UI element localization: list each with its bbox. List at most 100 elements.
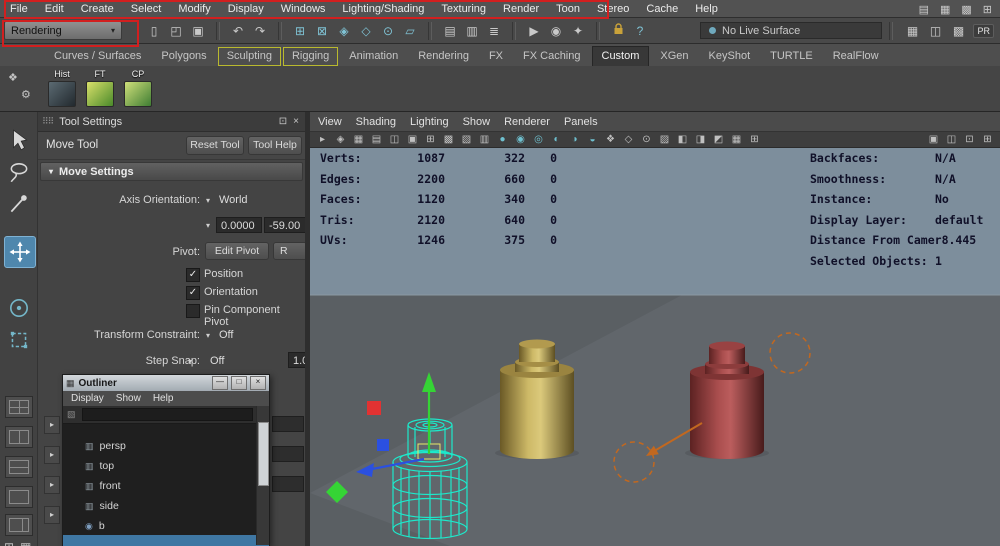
help-icon[interactable]: ?	[632, 23, 648, 39]
motion-blur-icon[interactable]: ▨	[658, 134, 671, 145]
menu-stereo[interactable]: Stereo	[597, 3, 629, 15]
shadows-icon[interactable]: ◇	[622, 134, 635, 145]
tool-help-button[interactable]: Tool Help	[248, 136, 302, 155]
viewport-menu-panels[interactable]: Panels	[564, 116, 598, 128]
outliner-titlebar[interactable]: ▦ Outliner — □ ×	[63, 375, 269, 391]
camera-attributes-icon[interactable]: ▦	[352, 134, 365, 145]
drag-handle-icon[interactable]: ⠿⠿	[42, 116, 54, 127]
menu-lighting-shading[interactable]: Lighting/Shading	[342, 3, 424, 15]
shelf-tab-realflow[interactable]: RealFlow	[824, 47, 888, 66]
snap-grid-icon[interactable]: ⊞	[292, 23, 308, 39]
float-panel-icon[interactable]: ⊡	[279, 116, 287, 127]
tool-settings-header[interactable]: ⠿⠿ Tool Settings ⊡ ×	[38, 112, 305, 132]
snap-curve-icon[interactable]: ⊠	[314, 23, 330, 39]
hidden-settings-field[interactable]	[272, 446, 304, 462]
snap-projected-center-icon[interactable]: ◇	[358, 23, 374, 39]
menu-edit[interactable]: Edit	[45, 3, 64, 15]
scale-tool-button[interactable]	[7, 328, 31, 352]
outliner-menu-display[interactable]: Display	[71, 393, 104, 404]
chevron-down-icon[interactable]: ▾	[206, 221, 210, 230]
menu-modify[interactable]: Modify	[178, 3, 210, 15]
shelf-tab-animation[interactable]: Animation	[340, 47, 407, 66]
make-live-icon[interactable]: ▱	[402, 23, 418, 39]
render-current-frame-icon[interactable]: ▶	[526, 23, 542, 39]
layout-four-pane-button[interactable]	[5, 396, 33, 418]
reset-tool-button[interactable]: Reset Tool	[186, 136, 244, 155]
step-snap-value[interactable]: Off	[210, 355, 224, 367]
shelf-tab-xgen[interactable]: XGen	[651, 47, 697, 66]
hidden-settings-field[interactable]	[272, 476, 304, 492]
shelf-tab-rendering[interactable]: Rendering	[409, 47, 478, 66]
move-tool-button[interactable]	[4, 236, 36, 268]
panel-expander-icon[interactable]: ▸	[44, 476, 60, 494]
screen-grid-icon[interactable]: ▩	[961, 3, 971, 16]
scrollbar-thumb[interactable]	[258, 422, 269, 486]
outliner-menu-help[interactable]: Help	[153, 393, 174, 404]
wireframe-on-shaded-icon[interactable]: ⊞	[748, 134, 761, 145]
menuset-dropdown[interactable]: Rendering ▾	[4, 21, 122, 40]
outliner-item-side[interactable]: ▥ side	[63, 496, 269, 516]
shelf-tab-keyshot[interactable]: KeyShot	[700, 47, 760, 66]
ipr-render-icon[interactable]: ◉	[548, 23, 564, 39]
shelf-tab-curves-surfaces[interactable]: Curves / Surfaces	[45, 47, 150, 66]
pin-component-pivot-checkbox[interactable]	[186, 304, 200, 318]
select-tool-button[interactable]	[7, 128, 31, 152]
position-checkbox[interactable]: ✓	[186, 268, 200, 282]
safe-title-icon[interactable]: ◐	[550, 134, 563, 145]
menu-file[interactable]: File	[10, 3, 28, 15]
attribute-editor-icon[interactable]: ◫	[927, 23, 943, 39]
bookmark-icon[interactable]: ▤	[370, 134, 383, 145]
gate-mask-icon[interactable]: ●	[496, 134, 509, 145]
maximize-button[interactable]: □	[231, 376, 247, 390]
multisample-icon[interactable]: ◧	[676, 134, 689, 145]
output-connections-icon[interactable]: ▥	[464, 23, 480, 39]
shelf-tab-fx-caching[interactable]: FX Caching	[514, 47, 589, 66]
menu-help[interactable]: Help	[695, 3, 718, 15]
shelf-tab-turtle[interactable]: TURTLE	[761, 47, 822, 66]
shelf-item-cp[interactable]: CP	[121, 69, 155, 109]
grease-pencil-icon[interactable]: ⊞	[424, 134, 437, 145]
screen-space-ao-icon[interactable]: ⊙	[640, 134, 653, 145]
redo-icon[interactable]: ↷	[252, 23, 268, 39]
viewport-menu-renderer[interactable]: Renderer	[504, 116, 550, 128]
2d-pan-zoom-icon[interactable]: ▣	[406, 134, 419, 145]
outliner-item-top[interactable]: ▥ top	[63, 456, 269, 476]
outliner-scrollbar[interactable]	[256, 406, 269, 545]
filter-icon[interactable]: ▧	[67, 409, 76, 420]
viewport-menu-lighting[interactable]: Lighting	[410, 116, 449, 128]
workspace-icon[interactable]: ▤	[919, 3, 929, 16]
select-camera-icon[interactable]: ▸	[316, 134, 329, 145]
move-settings-section-header[interactable]: ▾ Move Settings	[40, 162, 303, 181]
menu-render[interactable]: Render	[503, 3, 539, 15]
save-scene-icon[interactable]: ▣	[190, 23, 206, 39]
panel-expander-icon[interactable]: ▸	[44, 416, 60, 434]
outliner-menu-show[interactable]: Show	[116, 393, 141, 404]
shelf-tab-rigging[interactable]: Rigging	[282, 47, 339, 66]
axis-orientation-value[interactable]: World	[219, 194, 248, 206]
menu-select[interactable]: Select	[131, 3, 162, 15]
transform-constraint-value[interactable]: Off	[219, 329, 233, 341]
grid-panel-icon[interactable]: ▦	[20, 540, 31, 546]
shelf-tab-custom[interactable]: Custom	[591, 46, 650, 66]
paint-select-tool-button[interactable]	[7, 192, 31, 216]
panel-expander-icon[interactable]: ▸	[44, 506, 60, 524]
layout-two-pane-side-button[interactable]	[5, 426, 33, 448]
depth-of-field-icon[interactable]: ◨	[694, 134, 707, 145]
outliner-selected-row[interactable]	[63, 535, 269, 546]
shelf-menu-icon[interactable]: ❖	[8, 71, 18, 84]
viewport-menu-shading[interactable]: Shading	[356, 116, 396, 128]
viewport-menu-show[interactable]: Show	[463, 116, 491, 128]
snap-point-icon[interactable]: ◈	[336, 23, 352, 39]
close-button[interactable]: ×	[250, 376, 266, 390]
menu-cache[interactable]: Cache	[646, 3, 678, 15]
close-panel-icon[interactable]: ×	[293, 116, 299, 127]
coordinate-y-field[interactable]: -59.00	[264, 217, 305, 233]
reset-pivot-button[interactable]: R	[273, 242, 305, 260]
menu-toon[interactable]: Toon	[556, 3, 580, 15]
layout-three-pane-button[interactable]	[5, 514, 33, 536]
film-gate-icon[interactable]: ▧	[460, 134, 473, 145]
renderer-settings-icon[interactable]: ⊞	[981, 134, 994, 145]
live-surface-field[interactable]: No Live Surface	[700, 22, 882, 39]
snap-view-plane-icon[interactable]: ⊙	[380, 23, 396, 39]
chevron-down-icon[interactable]: ▾	[206, 331, 210, 340]
